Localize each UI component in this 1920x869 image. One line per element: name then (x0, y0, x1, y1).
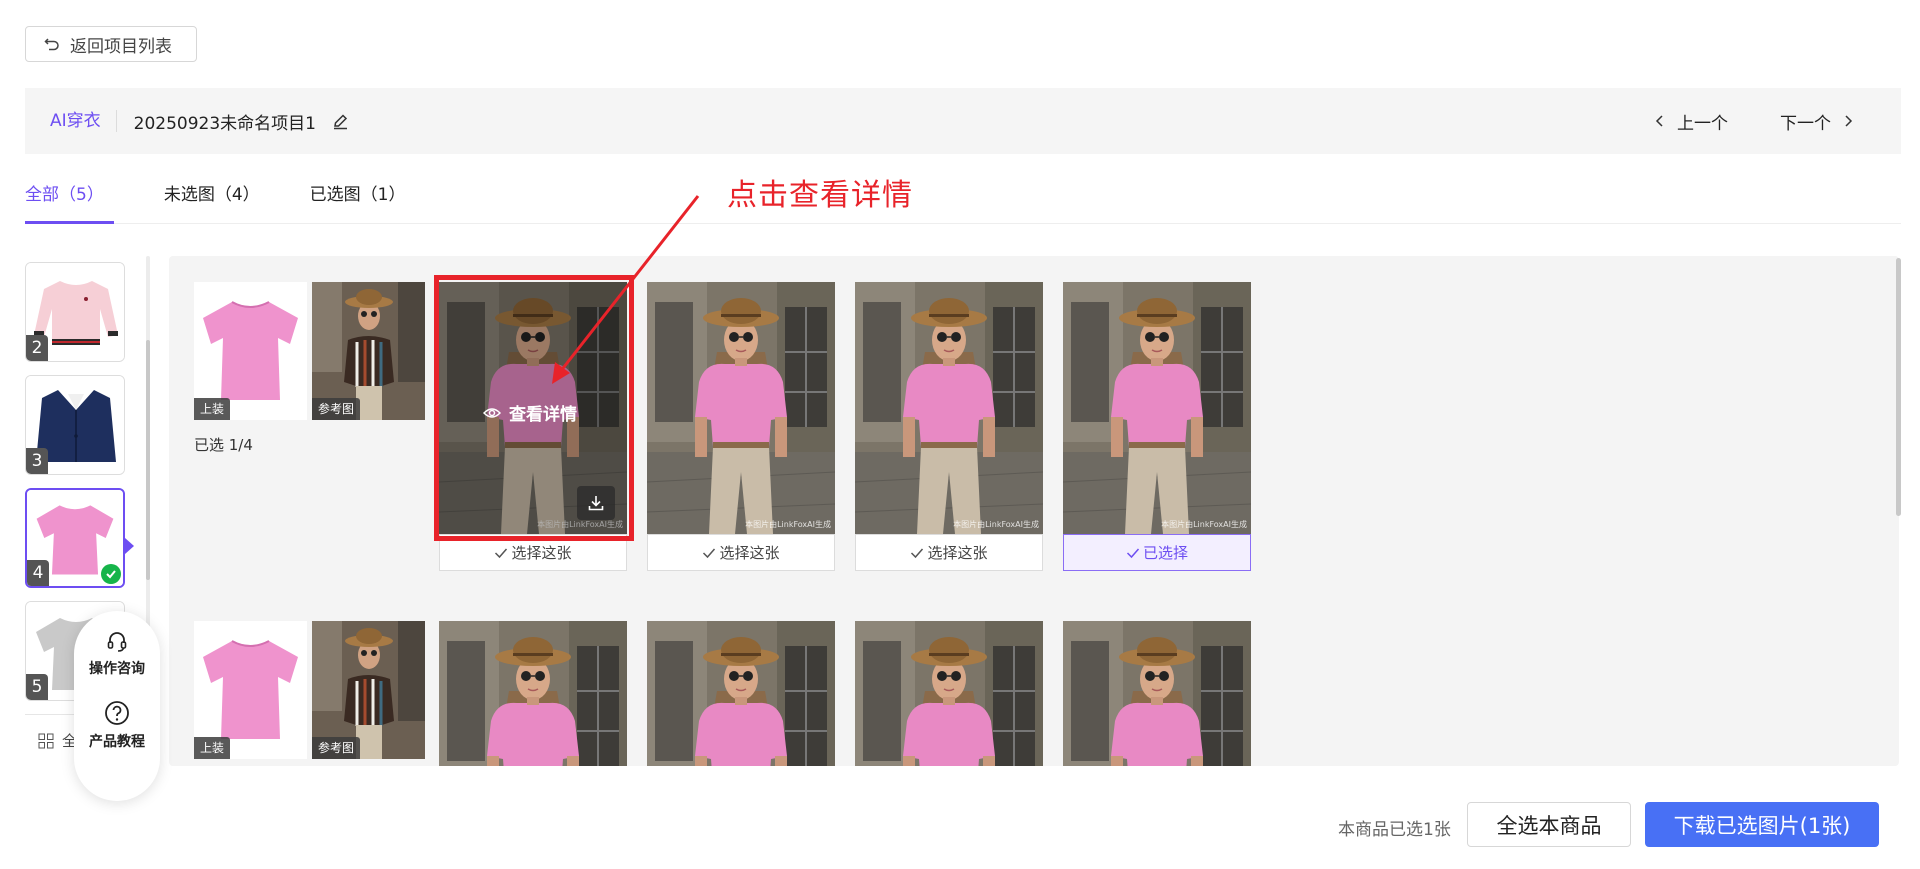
result-card[interactable] (439, 621, 627, 766)
result-card[interactable] (1063, 621, 1251, 766)
undo-icon (44, 38, 59, 51)
result-image[interactable]: 本图片由LinkFoxAI生成 (647, 282, 835, 534)
result-card[interactable] (855, 621, 1043, 766)
consult-label: 操作咨询 (89, 661, 145, 677)
reference-tag: 参考图 (312, 398, 361, 420)
garment-tag: 上装 (194, 398, 231, 420)
result-card-selected[interactable]: 本图片由LinkFoxAI生成 已选择 (1063, 282, 1251, 571)
result-image[interactable]: 本图片由LinkFoxAI生成 (1063, 282, 1251, 534)
reference-image[interactable]: 参考图 (312, 621, 425, 759)
results-panel: 上装 参考图 已选 1/4 本图片由LinkFoxAI生成 查看详情 选择这张 … (169, 256, 1899, 766)
select-label: 选择这张 (511, 544, 572, 562)
mode-label: AI穿衣 (25, 110, 117, 132)
filter-tabs: 全部（5） 未选图（4） 已选图（1） (25, 176, 1901, 224)
grid-icon (38, 733, 54, 748)
product-thumb-2[interactable]: 2 (25, 262, 125, 362)
project-name: 20250923未命名项目1 (133, 113, 316, 134)
watermark: 本图片由LinkFoxAI生成 (953, 520, 1039, 529)
annotation-text: 点击查看详情 (727, 178, 913, 213)
result-image[interactable]: 本图片由LinkFoxAI生成 (855, 282, 1043, 534)
headset-icon (107, 632, 127, 652)
active-thumb-pointer (125, 538, 134, 554)
check-icon (1126, 548, 1140, 558)
thumb-number: 5 (26, 674, 48, 700)
edit-icon[interactable] (332, 113, 349, 130)
check-icon (911, 548, 924, 558)
tab-selected[interactable]: 已选图（1） (310, 176, 406, 224)
product-thumb-4[interactable]: 4 (25, 488, 125, 588)
eye-icon (483, 407, 501, 418)
selected-check-icon (101, 564, 121, 584)
thumb-number: 4 (27, 560, 49, 586)
selected-label: 已选择 (1142, 544, 1188, 562)
view-detail-label: 查看详情 (509, 405, 577, 425)
select-image-button[interactable]: 选择这张 (439, 534, 627, 571)
result-image[interactable] (439, 621, 627, 766)
tab-unselected[interactable]: 未选图（4） (164, 176, 260, 224)
tab-all[interactable]: 全部（5） (25, 176, 114, 224)
view-all-toggle[interactable]: 全 (38, 730, 77, 751)
watermark: 本图片由LinkFoxAI生成 (745, 520, 831, 529)
reference-tag: 参考图 (312, 737, 361, 759)
result-image[interactable] (855, 621, 1043, 766)
product-thumb-3[interactable]: 3 (25, 375, 125, 475)
select-image-button[interactable]: 选择这张 (647, 534, 835, 571)
chevron-right-icon (1845, 115, 1853, 127)
page: 返回项目列表 AI穿衣 20250923未命名项目1 上一个 下一个 全部（5）… (0, 0, 1920, 869)
project-bar: AI穿衣 20250923未命名项目1 上一个 下一个 (25, 88, 1901, 154)
check-icon (495, 548, 508, 558)
result-image[interactable] (647, 621, 835, 766)
garment-image[interactable]: 上装 (194, 621, 307, 759)
select-image-button[interactable]: 选择这张 (855, 534, 1043, 571)
check-icon (703, 548, 716, 558)
download-selected-button[interactable]: 下载已选图片(1张) (1645, 802, 1879, 847)
next-label: 下一个 (1780, 113, 1831, 134)
project-nav: 上一个 下一个 (1655, 88, 1901, 154)
select-label: 选择这张 (719, 544, 780, 562)
back-to-projects-button[interactable]: 返回项目列表 (25, 26, 197, 62)
watermark: 本图片由LinkFoxAI生成 (1161, 520, 1247, 529)
question-circle-icon (105, 701, 129, 725)
back-label: 返回项目列表 (70, 36, 172, 57)
select-all-button[interactable]: 全选本商品 (1467, 802, 1631, 847)
view-detail-button[interactable]: 查看详情 (483, 400, 577, 425)
selected-count-text: 本商品已选1张 (1338, 820, 1451, 840)
floating-help-panel: 操作咨询 产品教程 (74, 611, 160, 801)
chevron-left-icon (1655, 115, 1663, 127)
select-label: 选择这张 (927, 544, 988, 562)
result-card[interactable] (647, 621, 835, 766)
prev-label: 上一个 (1677, 113, 1728, 134)
selected-count: 已选 1/4 (194, 436, 253, 454)
result-image[interactable] (1063, 621, 1251, 766)
selected-image-button[interactable]: 已选择 (1063, 534, 1251, 571)
tutorial-button[interactable]: 产品教程 (89, 700, 145, 751)
prev-project-button[interactable]: 上一个 (1655, 109, 1728, 134)
result-card[interactable]: 本图片由LinkFoxAI生成 选择这张 (647, 282, 835, 571)
results-scrollbar[interactable] (1896, 258, 1901, 516)
download-button[interactable] (577, 486, 615, 520)
thumb-number: 3 (26, 448, 48, 474)
result-image[interactable]: 本图片由LinkFoxAI生成 查看详情 (439, 282, 627, 534)
result-card[interactable]: 本图片由LinkFoxAI生成 选择这张 (855, 282, 1043, 571)
next-project-button[interactable]: 下一个 (1780, 109, 1853, 134)
download-icon (588, 496, 604, 511)
thumb-number: 2 (26, 335, 48, 361)
consult-button[interactable]: 操作咨询 (89, 629, 145, 678)
garment-image[interactable]: 上装 (194, 282, 307, 420)
tutorial-label: 产品教程 (89, 734, 145, 750)
result-card[interactable]: 本图片由LinkFoxAI生成 查看详情 选择这张 (439, 282, 627, 571)
garment-tag: 上装 (194, 737, 231, 759)
reference-image[interactable]: 参考图 (312, 282, 425, 420)
